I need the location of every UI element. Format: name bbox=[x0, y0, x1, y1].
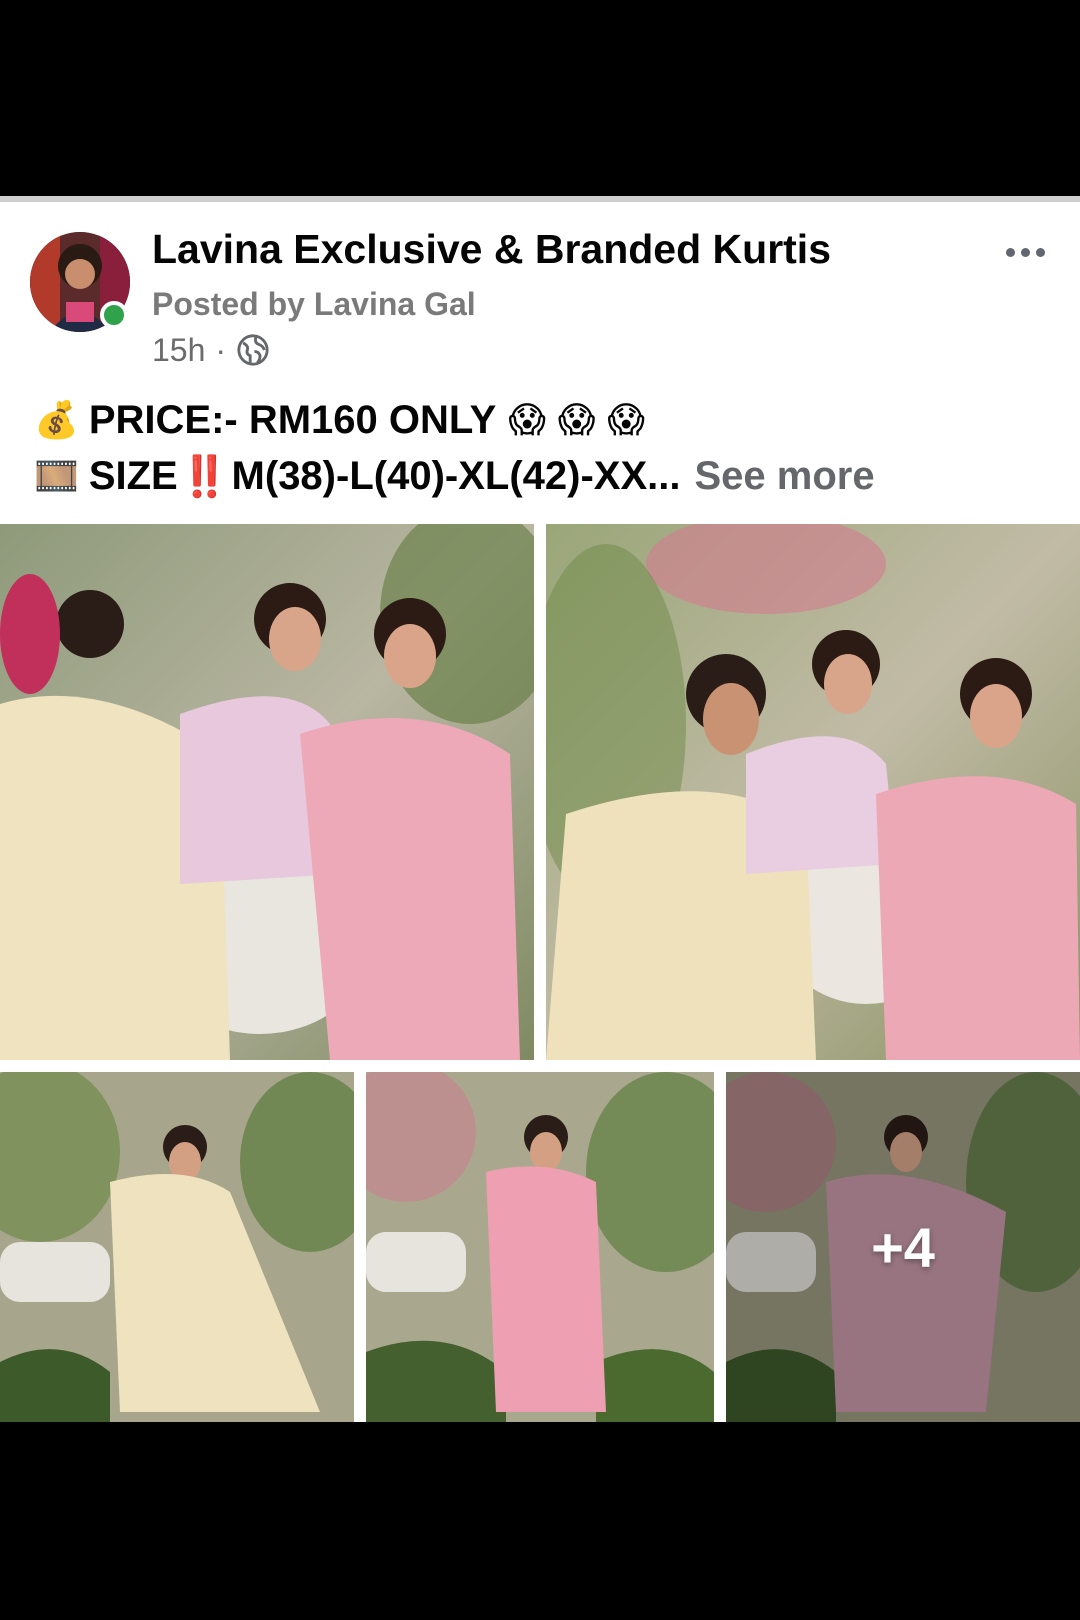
photo-1[interactable] bbox=[0, 524, 534, 1060]
double-exclamation-emoji: ‼️ bbox=[179, 454, 230, 499]
more-options-button[interactable] bbox=[1000, 232, 1050, 272]
screen: Lavina Exclusive & Branded Kurtis Posted… bbox=[0, 0, 1080, 1620]
online-status-dot bbox=[100, 301, 128, 329]
size-label: SIZE bbox=[88, 453, 178, 498]
see-more-link[interactable]: See more bbox=[694, 454, 874, 499]
post-text-line-1: 💰 PRICE:- RM160 ONLY 😱 😱 😱 bbox=[34, 394, 645, 446]
photo-2-image bbox=[546, 524, 1080, 1060]
more-dot bbox=[1020, 247, 1030, 257]
posted-by-label[interactable]: Posted by Lavina Gal bbox=[152, 286, 476, 323]
photo-3-image bbox=[0, 1072, 354, 1422]
more-dots-icon bbox=[1005, 247, 1015, 257]
post-time[interactable]: 15h bbox=[152, 332, 205, 369]
globe-icon bbox=[237, 334, 269, 366]
scream-emoji: 😱 bbox=[557, 399, 596, 440]
photo-3[interactable] bbox=[0, 1072, 354, 1422]
meta-separator: · bbox=[215, 331, 227, 368]
photo-grid: +4 bbox=[0, 524, 1080, 1422]
photo-2[interactable] bbox=[546, 524, 1080, 1060]
film-strip-emoji: 🎞️ bbox=[34, 455, 79, 496]
photo-4-image bbox=[366, 1072, 714, 1422]
feed-post: Lavina Exclusive & Branded Kurtis Posted… bbox=[0, 202, 1080, 1422]
size-text: M(38)-L(40)-XL(42)-XX... bbox=[231, 453, 681, 498]
scream-emoji: 😱 bbox=[508, 399, 546, 440]
scream-emoji: 😱 bbox=[607, 399, 645, 440]
more-photos-overlay[interactable]: +4 bbox=[726, 1072, 1080, 1422]
post-meta: 15h · bbox=[152, 330, 270, 370]
price-text: PRICE:- RM160 ONLY bbox=[88, 397, 497, 442]
photo-4[interactable] bbox=[366, 1072, 714, 1422]
money-bag-emoji: 💰 bbox=[34, 399, 79, 440]
photo-1-image bbox=[0, 524, 534, 1060]
post-text-line-2: 🎞️ SIZE ‼️ M(38)-L(40)-XL(42)-XX... See … bbox=[34, 450, 875, 502]
page-name[interactable]: Lavina Exclusive & Branded Kurtis bbox=[152, 226, 831, 273]
photo-5[interactable]: +4 bbox=[726, 1072, 1080, 1422]
more-dot bbox=[1035, 247, 1045, 257]
